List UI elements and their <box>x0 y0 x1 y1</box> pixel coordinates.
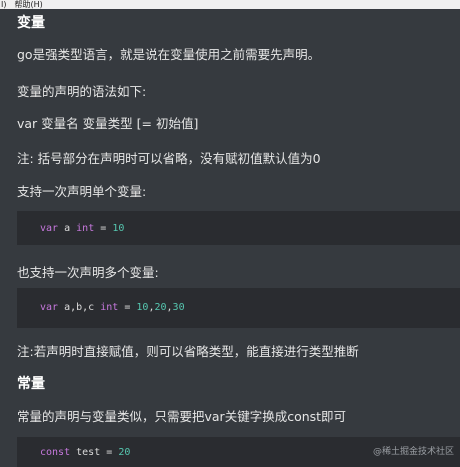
code-number: 10 <box>136 302 149 313</box>
code-operator: = <box>106 447 113 458</box>
code-number: 30 <box>172 302 185 313</box>
code-identifier: a <box>64 223 71 234</box>
paragraph-syntax-intro: 变量的声明的语法如下: <box>17 84 147 99</box>
code-line: var a int = 10 <box>40 223 124 234</box>
paragraph-intro: go是强类型语言，就是说在变量使用之前需要先声明。 <box>17 47 321 62</box>
menu-item-partial[interactable]: I) <box>1 0 6 9</box>
code-type: int <box>76 223 95 234</box>
paragraph-const: 常量的声明与变量类似，只需要把var关键字换成const即可 <box>17 409 347 424</box>
code-number: 10 <box>112 223 125 234</box>
code-number: 20 <box>154 302 167 313</box>
code-block-multi: var a,b,c int = 10,20,30 <box>17 288 460 328</box>
code-block-single: var a int = 10 <box>17 211 460 245</box>
code-keyword: var <box>40 302 59 313</box>
paragraph-single-decl: 支持一次声明单个变量: <box>17 184 147 199</box>
note-type-inference: 注:若声明时直接赋值，则可以省略类型，能直接进行类型推断 <box>17 344 359 359</box>
code-operator: = <box>100 223 107 234</box>
code-operator: = <box>124 302 131 313</box>
syntax-line: var 变量名 变量类型 [= 初始值] <box>17 116 199 131</box>
code-line: var a,b,c int = 10,20,30 <box>40 302 185 313</box>
note-default-value: 注: 括号部分在声明时可以省略，没有赋初值默认值为0 <box>17 151 321 166</box>
article-content: 变量 go是强类型语言，就是说在变量使用之前需要先声明。 变量的声明的语法如下:… <box>0 9 460 467</box>
code-identifier: a,b,c <box>64 302 95 313</box>
heading-variables: 变量 <box>17 15 45 31</box>
code-keyword: const <box>40 447 71 458</box>
menu-item-help[interactable]: 帮助(H) <box>14 0 42 9</box>
code-line: const test = 20 <box>40 447 130 458</box>
code-type: int <box>100 302 119 313</box>
menu-bar: I) 帮助(H) <box>0 0 460 9</box>
code-identifier: test <box>76 447 101 458</box>
watermark: @稀土掘金技术社区 <box>372 447 454 457</box>
heading-constants: 常量 <box>17 376 45 392</box>
code-number: 20 <box>118 447 131 458</box>
code-keyword: var <box>40 223 59 234</box>
paragraph-multi-decl: 也支持一次声明多个变量: <box>17 265 159 280</box>
